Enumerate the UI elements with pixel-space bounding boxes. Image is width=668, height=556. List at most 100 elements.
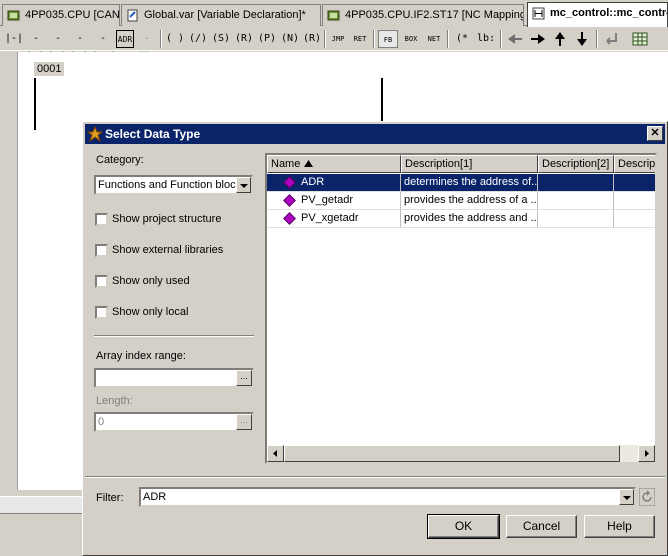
category-dropdown[interactable]: Functions and Function blocks: [94, 175, 253, 195]
show-only-used-label: Show only used: [112, 275, 190, 287]
show-only-local-label: Show only local: [112, 306, 189, 318]
separator: [94, 335, 254, 337]
return-button[interactable]: RET: [350, 30, 370, 48]
list-horizontal-scrollbar[interactable]: [267, 445, 655, 462]
tab-global-var[interactable]: Global.var [Variable Declaration]*: [121, 4, 321, 26]
row-description-1: determines the address of...: [401, 174, 538, 192]
row-description-2: [538, 192, 614, 210]
scroll-right-button[interactable]: [638, 445, 655, 462]
separator: [85, 476, 665, 478]
row-name: PV_getadr: [267, 192, 401, 210]
ladder-toolbar: |-| -|/|- -|P|- -|N|- -|NP|- ADR -[]- ( …: [0, 27, 668, 62]
length-browse-button[interactable]: ...: [236, 414, 252, 430]
chevron-right-icon: [645, 450, 649, 457]
positive-edge-contact-button[interactable]: -|P|-: [48, 30, 72, 62]
help-button[interactable]: Help: [584, 515, 655, 538]
tab-bar: 4PP035.CPU [CAN] Global.var [Variable De…: [0, 0, 668, 27]
function-block-icon: [283, 194, 296, 207]
parallel-branch-button[interactable]: -[]-: [138, 30, 156, 62]
positive-coil-button[interactable]: (P): [256, 30, 278, 48]
retentive-coil-button[interactable]: (R): [302, 30, 322, 48]
cpu-icon: [327, 10, 340, 21]
row-description-2: [538, 210, 614, 228]
column-header-description-1[interactable]: Description[1]: [401, 155, 538, 173]
scroll-thumb[interactable]: [284, 445, 620, 462]
category-label: Category:: [96, 154, 144, 166]
toolbar-separator: [596, 30, 598, 48]
chevron-down-icon[interactable]: [236, 177, 251, 193]
star-icon: [87, 126, 103, 142]
array-index-range-input[interactable]: ...: [94, 368, 254, 388]
table-icon[interactable]: [630, 30, 650, 48]
table-row[interactable]: PV_getadr provides the address of a ...: [267, 192, 655, 210]
negative-coil-button[interactable]: (N): [279, 30, 301, 48]
chevron-down-icon[interactable]: [619, 489, 634, 505]
cpu-icon: [7, 10, 20, 21]
row-description-3: [614, 192, 655, 210]
toolbar-separator: [447, 30, 449, 48]
contact-button[interactable]: |-|: [4, 30, 24, 48]
ok-button[interactable]: OK: [427, 514, 500, 539]
tab-nc-mapping[interactable]: 4PP035.CPU.IF2.ST17 [NC Mapping]: [322, 4, 524, 26]
scroll-left-button[interactable]: [267, 445, 284, 462]
array-browse-button[interactable]: ...: [236, 370, 252, 386]
show-project-structure-label: Show project structure: [112, 213, 222, 225]
data-type-list[interactable]: Name Description[1] Description[2] Descr…: [265, 153, 657, 464]
close-icon: ✕: [650, 127, 660, 139]
tab-mc-control[interactable]: mc_control::mc_control: [527, 2, 668, 27]
show-project-structure-checkbox[interactable]: [95, 213, 108, 226]
filter-label: Filter:: [96, 492, 124, 504]
arrow-down-icon[interactable]: [572, 30, 592, 48]
coil-button[interactable]: ( ): [165, 30, 185, 48]
toolbar-separator: [373, 30, 375, 48]
toolbar-separator: [500, 30, 502, 48]
dialog-titlebar[interactable]: Select Data Type ✕: [85, 124, 665, 144]
row-description-2: [538, 174, 614, 192]
length-input[interactable]: 0 ...: [94, 412, 254, 432]
arrow-right-icon[interactable]: [528, 30, 548, 48]
function-block-icon: [283, 212, 296, 225]
length-label: Length:: [96, 395, 133, 407]
enter-icon[interactable]: [601, 30, 621, 48]
network-button[interactable]: NET: [424, 30, 444, 48]
jump-button[interactable]: JMP: [329, 30, 347, 48]
negated-coil-button[interactable]: (/): [187, 30, 209, 48]
box-button[interactable]: BOX: [401, 30, 421, 48]
arrow-left-icon[interactable]: [505, 30, 525, 48]
network-number: 0001: [34, 62, 65, 76]
row-name: PV_xgetadr: [267, 210, 401, 228]
row-description-3: [614, 210, 655, 228]
edge-contact-button[interactable]: -|NP|-: [92, 30, 122, 62]
negated-contact-button[interactable]: -|/|-: [26, 30, 50, 62]
column-header-name[interactable]: Name: [267, 155, 401, 173]
reset-coil-button[interactable]: (R): [233, 30, 255, 48]
filter-input[interactable]: ADR: [139, 487, 636, 507]
column-header-description-2[interactable]: Description[2]: [538, 155, 614, 173]
negative-edge-contact-button[interactable]: -|N|-: [70, 30, 94, 62]
left-power-rail: [34, 78, 36, 130]
editor-gutter: [0, 52, 18, 490]
function-block-icon: [283, 176, 296, 189]
toolbar-separator: [324, 30, 326, 48]
close-button[interactable]: ✕: [647, 126, 663, 141]
tab-cpu-can[interactable]: 4PP035.CPU [CAN]: [2, 4, 120, 26]
address-contact-button[interactable]: ADR: [116, 30, 134, 48]
show-external-libraries-checkbox[interactable]: [95, 244, 108, 257]
table-row[interactable]: PV_xgetadr provides the address and ...: [267, 210, 655, 228]
refresh-icon[interactable]: [639, 488, 655, 506]
show-only-used-checkbox[interactable]: [95, 275, 108, 288]
dialog-title: Select Data Type: [105, 127, 201, 141]
cancel-button[interactable]: Cancel: [506, 515, 577, 538]
function-block-button[interactable]: FB: [378, 30, 398, 48]
comment-button[interactable]: (*: [452, 30, 472, 48]
row-description-1: provides the address and ...: [401, 210, 538, 228]
table-row[interactable]: ADR determines the address of...: [267, 174, 655, 192]
set-coil-button[interactable]: (S): [210, 30, 232, 48]
arrow-up-icon[interactable]: [550, 30, 570, 48]
right-power-rail: [381, 78, 383, 122]
label-button[interactable]: lb:: [476, 30, 496, 48]
show-only-local-checkbox[interactable]: [95, 306, 108, 319]
editor-horizontal-scrollbar[interactable]: [0, 496, 82, 514]
column-header-description-3[interactable]: Descripti: [614, 155, 655, 173]
sort-ascending-icon: [304, 160, 313, 167]
